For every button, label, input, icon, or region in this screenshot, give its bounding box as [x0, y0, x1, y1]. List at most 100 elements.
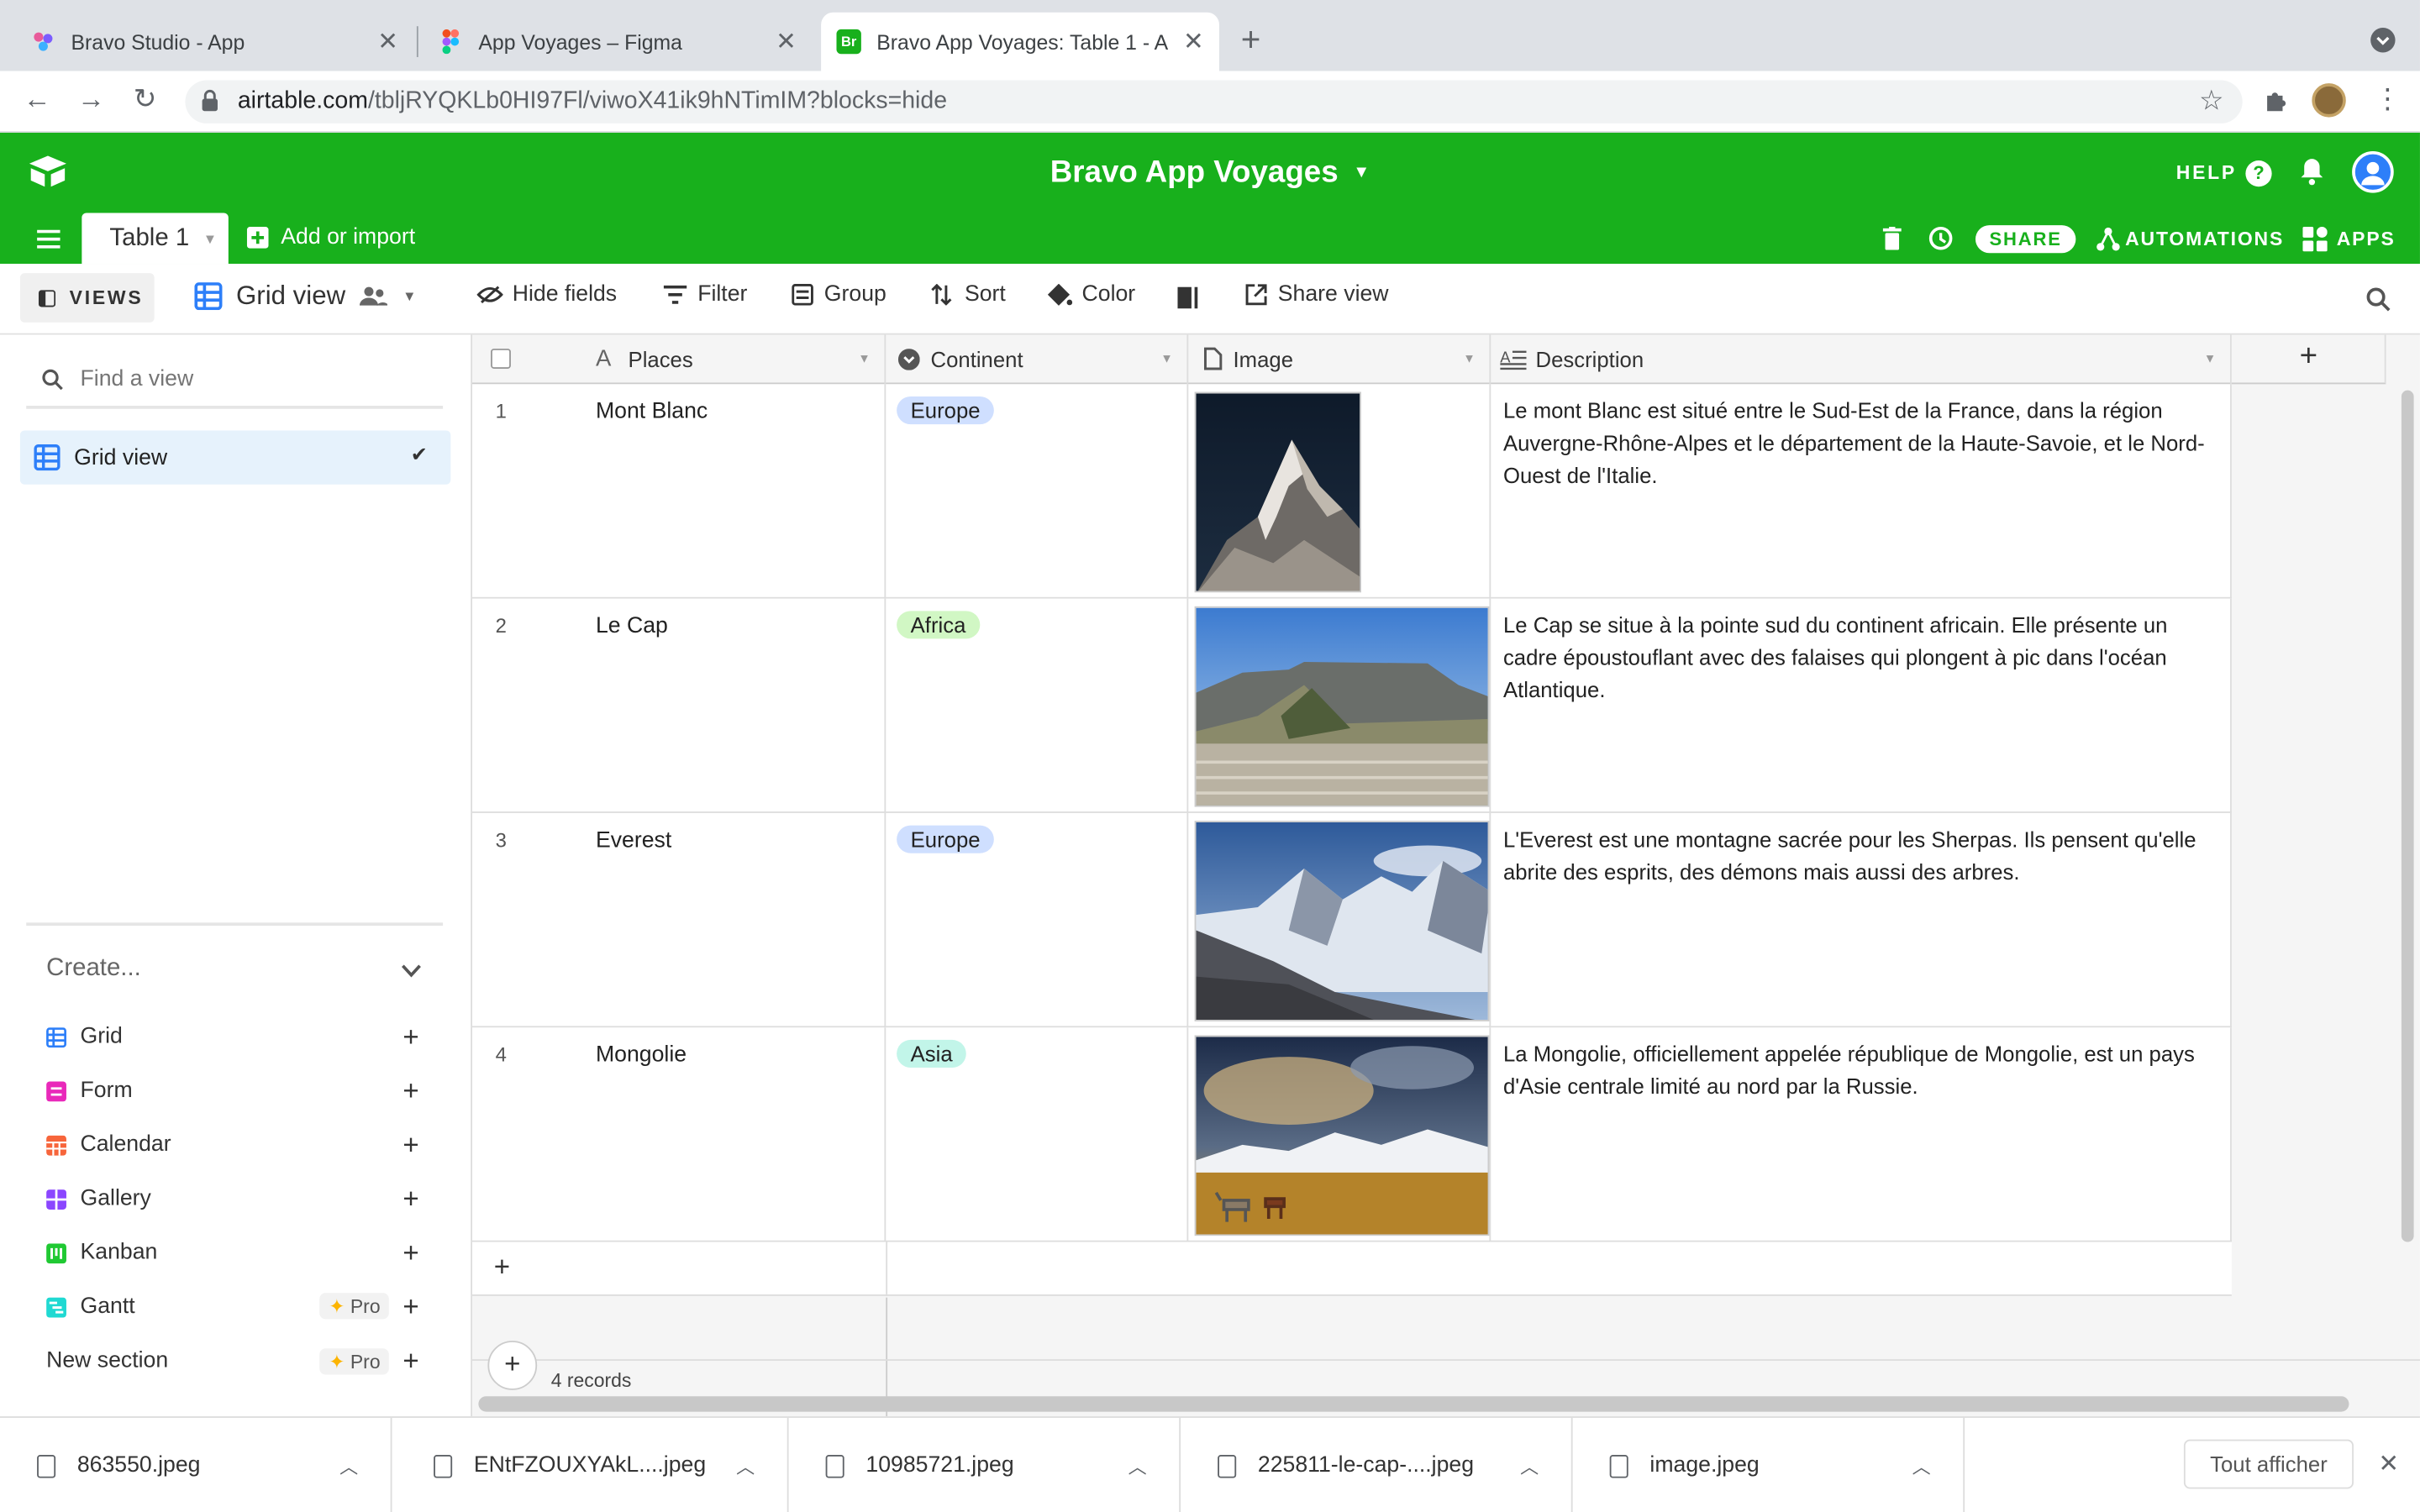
add-record-plus-icon[interactable]: +	[494, 1252, 510, 1284]
browser-tab-bravo-studio[interactable]: Bravo Studio - App ✕	[15, 13, 413, 71]
table-row[interactable]: 3 Everest Europe L'Everest est une monta…	[472, 812, 2232, 1028]
new-tab-icon[interactable]: +	[1241, 20, 1261, 60]
add-field-plus-icon[interactable]: +	[2300, 339, 2317, 375]
image-cell[interactable]	[1188, 598, 1491, 813]
image-cell[interactable]	[1188, 384, 1491, 599]
places-cell[interactable]: 3 Everest	[472, 812, 886, 1028]
everest-thumbnail[interactable]	[1194, 821, 1490, 1021]
close-tab-icon[interactable]: ✕	[776, 26, 797, 57]
column-header-description[interactable]: A Description ▼	[1491, 334, 2232, 385]
places-cell[interactable]: 1 Mont Blanc	[472, 384, 886, 599]
description-cell[interactable]: Le Cap se situe à la pointe sud du conti…	[1491, 598, 2232, 813]
create-kanban-view[interactable]: Kanban	[46, 1241, 157, 1265]
chevron-up-icon[interactable]: ︿	[339, 1452, 358, 1478]
filter-button[interactable]: Filter	[663, 282, 747, 307]
horizontal-scrollbar[interactable]	[478, 1396, 2349, 1412]
browser-tab-airtable[interactable]: Br Bravo App Voyages: Table 1 - A ✕	[821, 12, 1219, 71]
search-icon[interactable]	[2366, 287, 2391, 317]
share-view-button[interactable]: Share view	[1245, 282, 1389, 307]
table-tab[interactable]: Table 1 ▼	[82, 213, 229, 265]
new-section-button[interactable]: New section	[46, 1348, 168, 1373]
add-section-plus-icon[interactable]: +	[402, 1346, 418, 1378]
url-field[interactable]: airtable.com/tbljRYQKLb0HI97Fl/viwoX41ik…	[185, 80, 2243, 123]
add-or-import-button[interactable]: Add or import	[246, 225, 415, 250]
download-item[interactable]: 10985721.jpeg ︿	[789, 1417, 1181, 1512]
continent-cell[interactable]: Europe	[886, 384, 1189, 599]
help-question-icon[interactable]: ?	[2245, 160, 2272, 187]
continent-cell[interactable]: Asia	[886, 1027, 1189, 1242]
le-cap-thumbnail[interactable]	[1194, 606, 1490, 807]
create-collapse-chevron-icon[interactable]	[402, 958, 422, 983]
sort-button[interactable]: Sort	[931, 282, 1006, 307]
table-tab-caret-icon[interactable]: ▼	[203, 231, 217, 246]
automations-button[interactable]: AUTOMATIONS	[2096, 227, 2284, 251]
column-menu-caret-icon[interactable]: ▼	[1160, 352, 1173, 366]
add-form-plus-icon[interactable]: +	[402, 1075, 418, 1108]
find-view-input[interactable]	[80, 367, 420, 392]
extensions-puzzle-icon[interactable]	[2263, 87, 2291, 119]
find-view-field[interactable]	[26, 354, 444, 409]
add-gallery-plus-icon[interactable]: +	[402, 1184, 418, 1216]
column-menu-caret-icon[interactable]: ▼	[858, 352, 871, 366]
create-form-view[interactable]: Form	[46, 1079, 133, 1103]
download-item[interactable]: ENtFZOUXYAkL....jpeg ︿	[397, 1417, 789, 1512]
add-record-round-button[interactable]: +	[487, 1341, 538, 1390]
history-icon[interactable]	[1928, 225, 1954, 256]
column-menu-caret-icon[interactable]: ▼	[2204, 352, 2217, 366]
download-item[interactable]: 863550.jpeg ︿	[0, 1417, 392, 1512]
color-button[interactable]: Color	[1046, 282, 1135, 307]
places-cell[interactable]: 2 Le Cap	[472, 598, 886, 813]
forward-icon[interactable]: →	[72, 83, 109, 116]
create-gallery-view[interactable]: Gallery	[46, 1186, 151, 1211]
column-header-continent[interactable]: Continent ▼	[886, 334, 1189, 385]
download-item[interactable]: image.jpeg ︿	[1573, 1417, 1965, 1512]
apps-button[interactable]: APPS	[2302, 226, 2395, 252]
mongolie-thumbnail[interactable]	[1194, 1035, 1490, 1236]
hamburger-menu-icon[interactable]	[37, 228, 60, 253]
reload-icon[interactable]: ↻	[127, 83, 164, 116]
image-cell[interactable]	[1188, 812, 1491, 1028]
profile-avatar[interactable]	[2312, 83, 2346, 118]
help-link[interactable]: HELP	[2176, 162, 2237, 184]
group-button[interactable]: Group	[792, 282, 886, 307]
table-row[interactable]: 1 Mont Blanc Europe Le mont Blanc est si…	[472, 384, 2232, 599]
add-gantt-plus-icon[interactable]: +	[402, 1291, 418, 1324]
places-cell[interactable]: 4 Mongolie	[472, 1027, 886, 1242]
description-cell[interactable]: La Mongolie, officiellement appelée répu…	[1491, 1027, 2232, 1242]
close-tab-icon[interactable]: ✕	[1183, 26, 1204, 57]
row-height-button[interactable]	[1177, 286, 1201, 309]
column-header-places[interactable]: A Places ▼	[472, 334, 886, 385]
create-section-title[interactable]: Create...	[46, 955, 141, 983]
table-row[interactable]: 4 Mongolie Asia La Mongolie, officiellem…	[472, 1027, 2232, 1242]
column-header-image[interactable]: Image ▼	[1188, 334, 1491, 385]
column-menu-caret-icon[interactable]: ▼	[1463, 352, 1476, 366]
continent-cell[interactable]: Africa	[886, 598, 1189, 813]
chevron-up-icon[interactable]: ︿	[736, 1452, 755, 1478]
view-switcher[interactable]: Grid view ▼	[194, 281, 417, 312]
add-kanban-plus-icon[interactable]: +	[402, 1237, 418, 1270]
continent-cell[interactable]: Europe	[886, 812, 1189, 1028]
add-calendar-plus-icon[interactable]: +	[402, 1129, 418, 1162]
add-grid-plus-icon[interactable]: +	[402, 1021, 418, 1054]
description-cell[interactable]: Le mont Blanc est situé entre le Sud-Est…	[1491, 384, 2232, 599]
share-button[interactable]: SHARE	[1975, 225, 2076, 254]
tab-search-icon[interactable]	[2370, 28, 2396, 53]
bookmark-star-icon[interactable]: ☆	[2199, 85, 2224, 118]
notifications-bell-icon[interactable]	[2300, 157, 2324, 190]
browser-menu-icon[interactable]: ⋮	[2374, 83, 2402, 116]
close-tab-icon[interactable]: ✕	[377, 26, 398, 57]
browser-tab-figma[interactable]: App Voyages – Figma ✕	[423, 13, 812, 71]
view-menu-caret-icon[interactable]: ▼	[402, 288, 416, 303]
chevron-up-icon[interactable]: ︿	[1520, 1452, 1539, 1478]
chevron-up-icon[interactable]: ︿	[1128, 1452, 1147, 1478]
select-all-checkbox[interactable]	[491, 349, 511, 369]
back-icon[interactable]: ←	[18, 83, 55, 116]
vertical-scrollbar[interactable]	[2401, 390, 2414, 1242]
show-all-downloads-button[interactable]: Tout afficher	[2183, 1439, 2354, 1489]
base-menu-caret-icon[interactable]: ▼	[1353, 164, 1370, 182]
image-cell[interactable]	[1188, 1027, 1491, 1242]
create-gantt-view[interactable]: Gantt	[46, 1294, 135, 1319]
add-row-bar[interactable]: +	[472, 1242, 2232, 1296]
views-toggle-button[interactable]: VIEWS	[19, 273, 155, 323]
table-row[interactable]: 2 Le Cap Africa Le Cap se situe à la poi…	[472, 598, 2232, 813]
